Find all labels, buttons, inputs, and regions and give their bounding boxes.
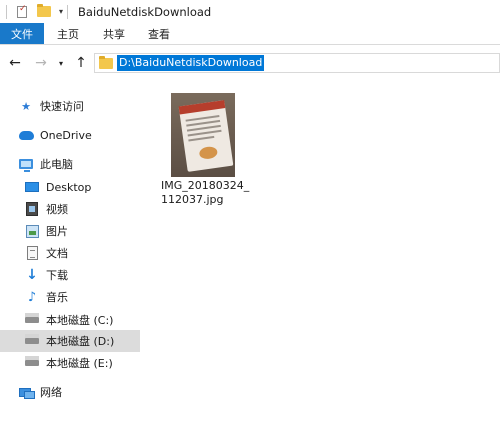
sidebar-item-label: 图片 [46,225,68,238]
sidebar-item-music[interactable]: ♪ 音乐 [0,286,140,308]
tab-share[interactable]: 共享 [92,23,136,44]
sidebar-item-drive-c[interactable]: 本地磁盘 (C:) [0,309,140,331]
folder-icon [99,55,113,69]
tab-view[interactable]: 查看 [136,23,182,44]
address-bar[interactable]: D:\BaiduNetdiskDownload [94,53,500,73]
sidebar-item-label: OneDrive [40,128,92,142]
title-bar: ▾ BaiduNetdiskDownload [0,0,500,23]
file-name-line: IMG_20180324_ [161,179,250,192]
sidebar-item-label: 视频 [46,203,68,216]
sidebar-item-downloads[interactable]: ↓ 下载 [0,264,140,286]
download-icon: ↓ [26,267,38,283]
customize-toolbar-dropdown-icon[interactable]: ▾ [59,7,63,16]
recent-locations-chevron-icon[interactable]: ▾ [54,52,68,74]
window-title: BaiduNetdiskDownload [78,4,212,19]
toolbar-divider [6,4,7,19]
sidebar-item-label: 本地磁盘 (D:) [46,335,115,348]
drive-icon [24,312,40,328]
sidebar-item-onedrive[interactable]: OneDrive [0,124,140,146]
sidebar-item-label: 文档 [46,247,68,260]
sidebar-item-videos[interactable]: 视频 [0,198,140,220]
pictures-folder-icon [24,223,40,239]
sidebar-item-label: 下载 [46,269,68,282]
sidebar-item-label: 此电脑 [40,158,73,171]
desktop-folder-icon [24,179,40,195]
drive-icon [24,333,40,349]
sidebar-item-label: 本地磁盘 (C:) [46,314,114,327]
sidebar-item-this-pc[interactable]: 此电脑 [0,153,140,175]
music-icon: ♪ [27,289,37,305]
file-name: IMG_20180324_ 112037.jpg [161,179,251,207]
ribbon-tabs: 文件 主页 共享 查看 [0,23,500,45]
properties-icon[interactable] [17,4,27,18]
network-icon [18,384,35,400]
file-item[interactable]: IMG_20180324_ 112037.jpg [161,89,251,209]
sidebar-item-desktop[interactable]: Desktop [0,176,140,198]
sidebar-item-drive-d[interactable]: 本地磁盘 (D:) [0,330,140,352]
video-folder-icon [24,201,40,217]
sidebar-item-label: 本地磁盘 (E:) [46,357,113,370]
file-list[interactable]: IMG_20180324_ 112037.jpg [140,81,500,438]
quick-access-toolbar: ▾ [0,0,72,23]
file-name-line: 112037.jpg [161,193,224,206]
address-path[interactable]: D:\BaiduNetdiskDownload [117,55,265,71]
toolbar-divider [67,4,69,19]
computer-icon [18,156,34,172]
sidebar-item-label: 网络 [40,386,62,399]
sidebar-item-pictures[interactable]: 图片 [0,220,140,242]
up-arrow-icon[interactable]: ↑ [70,52,92,74]
drive-icon [24,355,40,371]
back-arrow-icon[interactable]: ← [4,52,26,74]
navigation-pane: ★ 快速访问 OneDrive 此电脑 Desktop 视频 图片 文档 ↓ 下… [0,81,140,438]
star-icon: ★ [21,99,31,113]
sidebar-item-label: Desktop [46,180,92,194]
documents-folder-icon [24,245,40,261]
sidebar-item-drive-e[interactable]: 本地磁盘 (E:) [0,352,140,374]
cloud-icon [18,127,34,143]
sidebar-item-network[interactable]: 网络 [0,381,140,403]
sidebar-item-documents[interactable]: 文档 [0,242,140,264]
sidebar-item-label: 音乐 [46,291,68,304]
forward-arrow-icon[interactable]: → [30,52,52,74]
tab-file[interactable]: 文件 [0,23,44,44]
image-thumbnail [171,93,235,177]
navigation-bar: ← → ▾ ↑ D:\BaiduNetdiskDownload [0,45,500,81]
tab-home[interactable]: 主页 [44,23,92,44]
sidebar-item-label: 快速访问 [40,100,84,113]
new-folder-icon[interactable] [37,4,51,17]
sidebar-item-quick-access[interactable]: ★ 快速访问 [0,95,140,117]
